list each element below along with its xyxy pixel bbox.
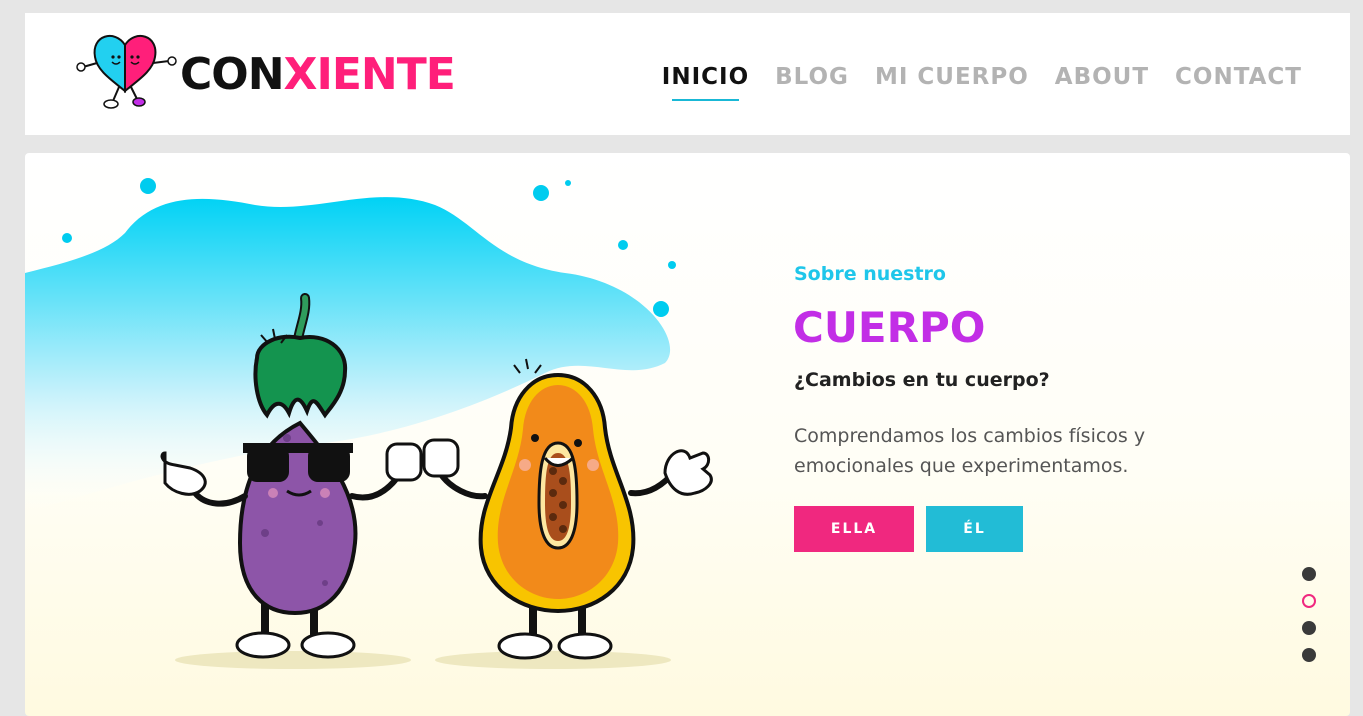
hero-description: Comprendamos los cambios físicos y emoci… [794,425,1146,477]
hero-slider: Sobre nuestro CUERPO ¿Cambios en tu cuer… [25,153,1350,716]
main-nav: INICIO BLOG MI CUERPO ABOUT CONTACT [636,59,1302,101]
nav-item-about[interactable]: ABOUT [1055,59,1149,95]
el-button[interactable]: ÉL [926,506,1023,552]
slider-dot-3[interactable] [1302,621,1316,635]
site-header: CONXIENTE INICIO BLOG MI CUERPO ABOUT CO… [25,13,1350,135]
nav-label-mi-cuerpo: MI CUERPO [874,64,1029,90]
hero-eyebrow: Sobre nuestro [794,263,946,285]
hero-subtitle: ¿Cambios en tu cuerpo? [794,369,1050,391]
hero-illustration [25,178,713,669]
logo-wordmark: CONXIENTE [180,45,456,105]
nav-item-mi-cuerpo[interactable]: MI CUERPO [875,59,1029,95]
nav-item-inicio[interactable]: INICIO [661,59,750,101]
logo[interactable]: CONXIENTE [73,33,456,113]
nav-label-inicio: INICIO [661,64,750,90]
nav-label-contact: CONTACT [1175,64,1302,90]
nav-label-blog: BLOG [775,64,849,90]
heart-mascot-logo-icon [76,35,177,109]
nav-label-about: ABOUT [1054,64,1150,90]
logo-part-con: CON [180,49,285,100]
slider-pagination [1302,567,1322,675]
hero-title: CUERPO [793,303,986,352]
slider-dot-4[interactable] [1302,648,1316,662]
logo-part-xiente: XIENTE [283,49,456,100]
slider-dot-2[interactable] [1302,594,1316,608]
slider-dot-1[interactable] [1302,567,1316,581]
ella-button[interactable]: ELLA [794,506,914,552]
nav-item-blog[interactable]: BLOG [775,59,849,95]
nav-item-contact[interactable]: CONTACT [1175,59,1302,95]
active-underline [671,99,740,101]
